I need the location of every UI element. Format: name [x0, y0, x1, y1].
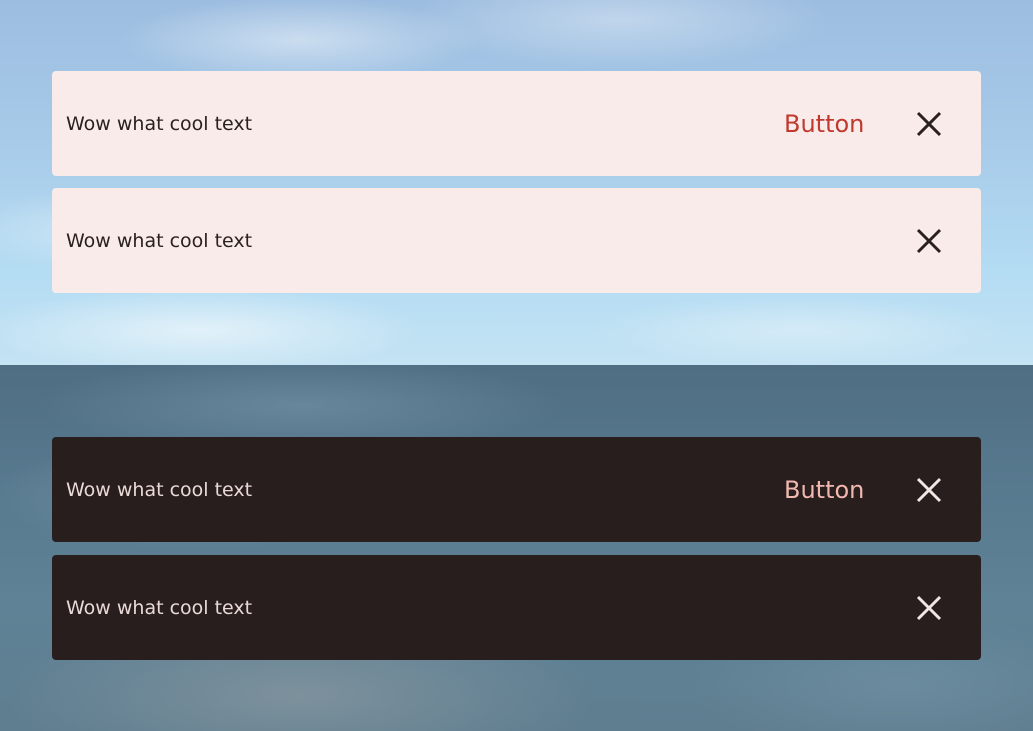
- toast-message: Wow what cool text: [66, 229, 253, 252]
- close-icon: [916, 228, 942, 253]
- toast-close-button[interactable]: [914, 593, 944, 623]
- dark-toast-simple: Wow what cool text: [52, 555, 981, 660]
- toast-action-button[interactable]: Button: [784, 476, 864, 504]
- close-icon: [916, 111, 942, 136]
- toast-close-button[interactable]: [914, 109, 944, 139]
- light-toast-with-action: Wow what cool text Button: [52, 71, 981, 176]
- light-theme-background: [0, 0, 1033, 365]
- dark-theme-background: [0, 365, 1033, 731]
- light-toast-simple: Wow what cool text: [52, 188, 981, 293]
- toast-message: Wow what cool text: [66, 596, 253, 619]
- close-icon: [916, 477, 942, 502]
- toast-close-button[interactable]: [914, 226, 944, 256]
- toast-message: Wow what cool text: [66, 478, 253, 501]
- toast-message: Wow what cool text: [66, 112, 253, 135]
- stage: Wow what cool text Button Wow what cool …: [0, 0, 1033, 731]
- close-icon: [916, 595, 942, 620]
- toast-close-button[interactable]: [914, 475, 944, 505]
- dark-toast-with-action: Wow what cool text Button: [52, 437, 981, 542]
- toast-action-button[interactable]: Button: [784, 110, 864, 138]
